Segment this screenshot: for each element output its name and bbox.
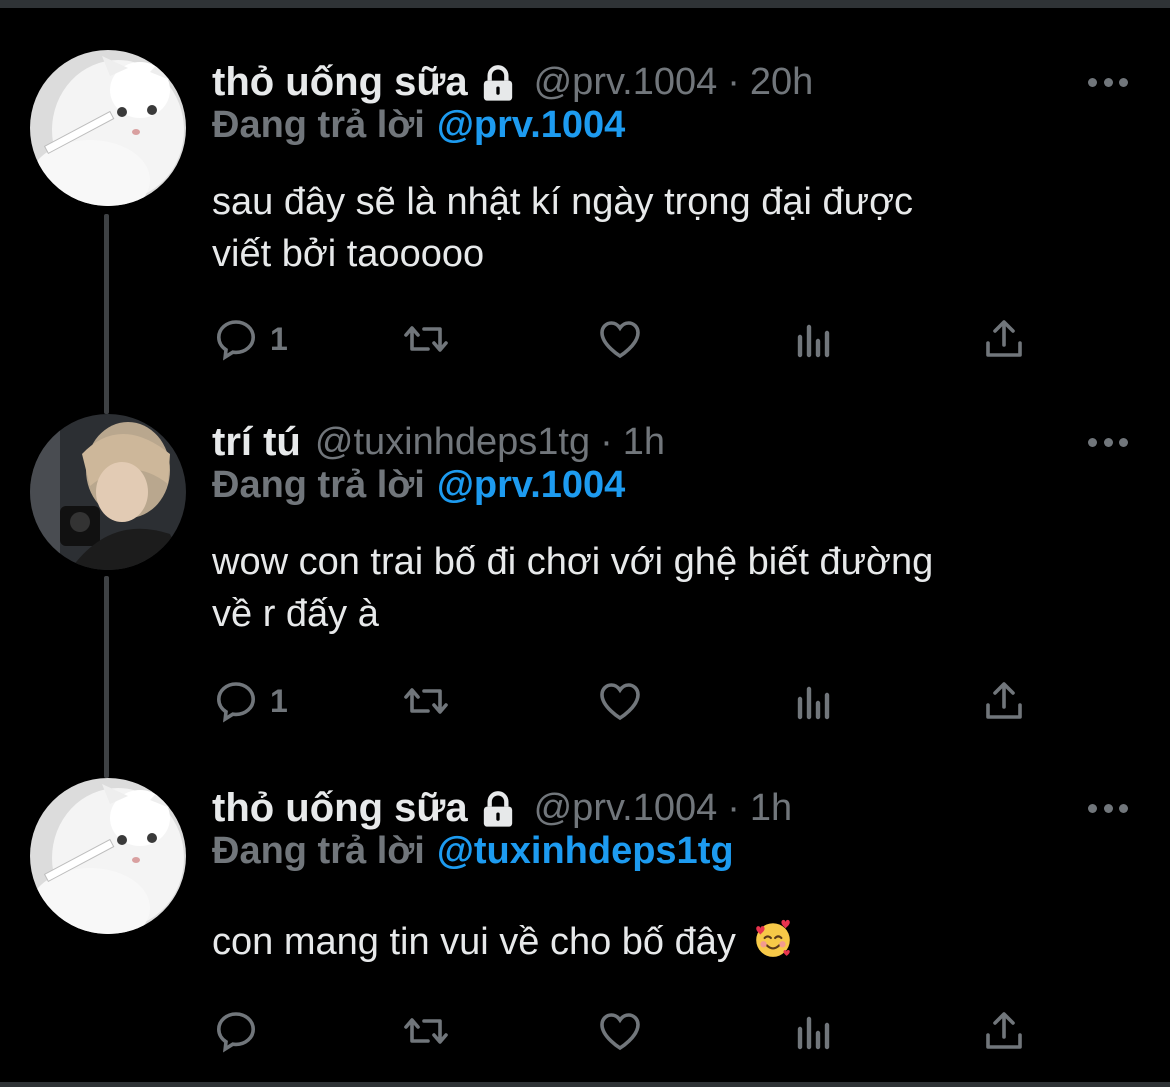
lock-icon (483, 65, 512, 101)
reply-button[interactable] (212, 1006, 270, 1056)
more-icon[interactable] (1088, 70, 1128, 94)
tweet-text-line: viết bởi taooooo (212, 233, 485, 275)
thread-connector-line (104, 214, 109, 414)
replying-to-label: Đang trả lời (212, 464, 425, 506)
heart-icon (600, 683, 640, 721)
timestamp[interactable]: 1h (750, 787, 792, 830)
separator-dot: · (600, 420, 613, 463)
lock-icon (483, 791, 512, 827)
replying-to: Đang trả lời @prv.1004 (212, 104, 625, 147)
retweet-button[interactable] (402, 314, 450, 364)
bottom-divider (0, 1082, 1170, 1087)
separator-dot: · (727, 786, 740, 829)
separator-dot: · (727, 60, 740, 103)
views-icon (797, 324, 830, 358)
reply-icon (216, 1012, 256, 1053)
retweet-button[interactable] (402, 676, 450, 726)
tweet-text-line: wow con trai bố đi chơi với ghệ biết đườ… (212, 541, 934, 583)
reply-thread: thỏ uống sữa @prv.1004 · 20h Đang trả lờ… (0, 0, 1170, 1087)
tweet-text-line: sau đây sẽ là nhật kí ngày trọng đại đượ… (212, 181, 913, 223)
more-icon[interactable] (1088, 430, 1128, 454)
more-icon[interactable] (1088, 796, 1128, 820)
replying-to-label: Đang trả lời (212, 104, 425, 146)
avatar[interactable] (30, 778, 186, 934)
reply-button[interactable]: 1 (212, 676, 288, 726)
like-button[interactable] (596, 676, 644, 726)
heart-icon (600, 1013, 640, 1051)
share-button[interactable] (980, 314, 1028, 364)
display-name[interactable]: thỏ uống sữa (212, 60, 468, 105)
tweet-header: thỏ uống sữa @prv.1004 · 1h (212, 780, 792, 836)
share-icon (986, 682, 1022, 719)
retweet-icon (404, 1018, 448, 1044)
retweet-icon (404, 688, 448, 714)
tweet-header: thỏ uống sữa @prv.1004 · 20h (212, 54, 813, 110)
tweet-text-line: về r đấy à (212, 593, 379, 635)
display-name[interactable]: trí tú (212, 420, 301, 465)
tweet-actions: 1 (212, 676, 1042, 726)
share-button[interactable] (980, 676, 1028, 726)
user-handle[interactable]: @prv.1004 (534, 787, 718, 830)
reply-button[interactable]: 1 (212, 314, 288, 364)
share-icon (986, 1012, 1022, 1049)
avatar[interactable] (30, 414, 186, 570)
replying-to-label: Đang trả lời (212, 830, 425, 872)
replying-to: Đang trả lời @prv.1004 (212, 464, 625, 507)
share-button[interactable] (980, 1006, 1028, 1056)
display-name[interactable]: thỏ uống sữa (212, 786, 468, 831)
retweet-button[interactable] (402, 1006, 450, 1056)
user-handle[interactable]: @tuxinhdeps1tg (315, 421, 590, 464)
reply-count: 1 (270, 682, 288, 719)
heart-icon (600, 321, 640, 359)
views-button[interactable] (790, 314, 838, 364)
reply-count: 1 (270, 320, 288, 357)
tweet-actions: 1 (212, 314, 1042, 364)
views-button[interactable] (790, 1006, 838, 1056)
reply-icon (216, 682, 256, 723)
reply-mention-link[interactable]: @tuxinhdeps1tg (437, 830, 734, 872)
user-handle[interactable]: @prv.1004 (534, 61, 718, 104)
tweet-text: wow con trai bố đi chơi với ghệ biết đườ… (212, 536, 1112, 640)
tweet-text-line: con mang tin vui về cho bố đây (212, 921, 736, 963)
views-icon (797, 1016, 830, 1050)
tweet-text: con mang tin vui về cho bố đây (212, 916, 1112, 968)
replying-to: Đang trả lời @tuxinhdeps1tg (212, 830, 734, 873)
reply-mention-link[interactable]: @prv.1004 (437, 104, 625, 146)
reply-icon (216, 320, 256, 361)
views-button[interactable] (790, 676, 838, 726)
reply-mention-link[interactable]: @prv.1004 (437, 464, 625, 506)
thread-connector-line (104, 576, 109, 778)
views-icon (797, 686, 830, 720)
retweet-icon (404, 326, 448, 352)
timestamp[interactable]: 20h (750, 61, 813, 104)
tweet-header: trí tú @tuxinhdeps1tg · 1h (212, 414, 665, 470)
like-button[interactable] (596, 1006, 644, 1056)
share-icon (986, 320, 1022, 357)
timestamp[interactable]: 1h (623, 421, 665, 464)
smiling-face-with-hearts-icon (756, 919, 791, 957)
tweet-text: sau đây sẽ là nhật kí ngày trọng đại đượ… (212, 176, 1112, 280)
tweet-actions (212, 1006, 1042, 1056)
avatar[interactable] (30, 50, 186, 206)
like-button[interactable] (596, 314, 644, 364)
